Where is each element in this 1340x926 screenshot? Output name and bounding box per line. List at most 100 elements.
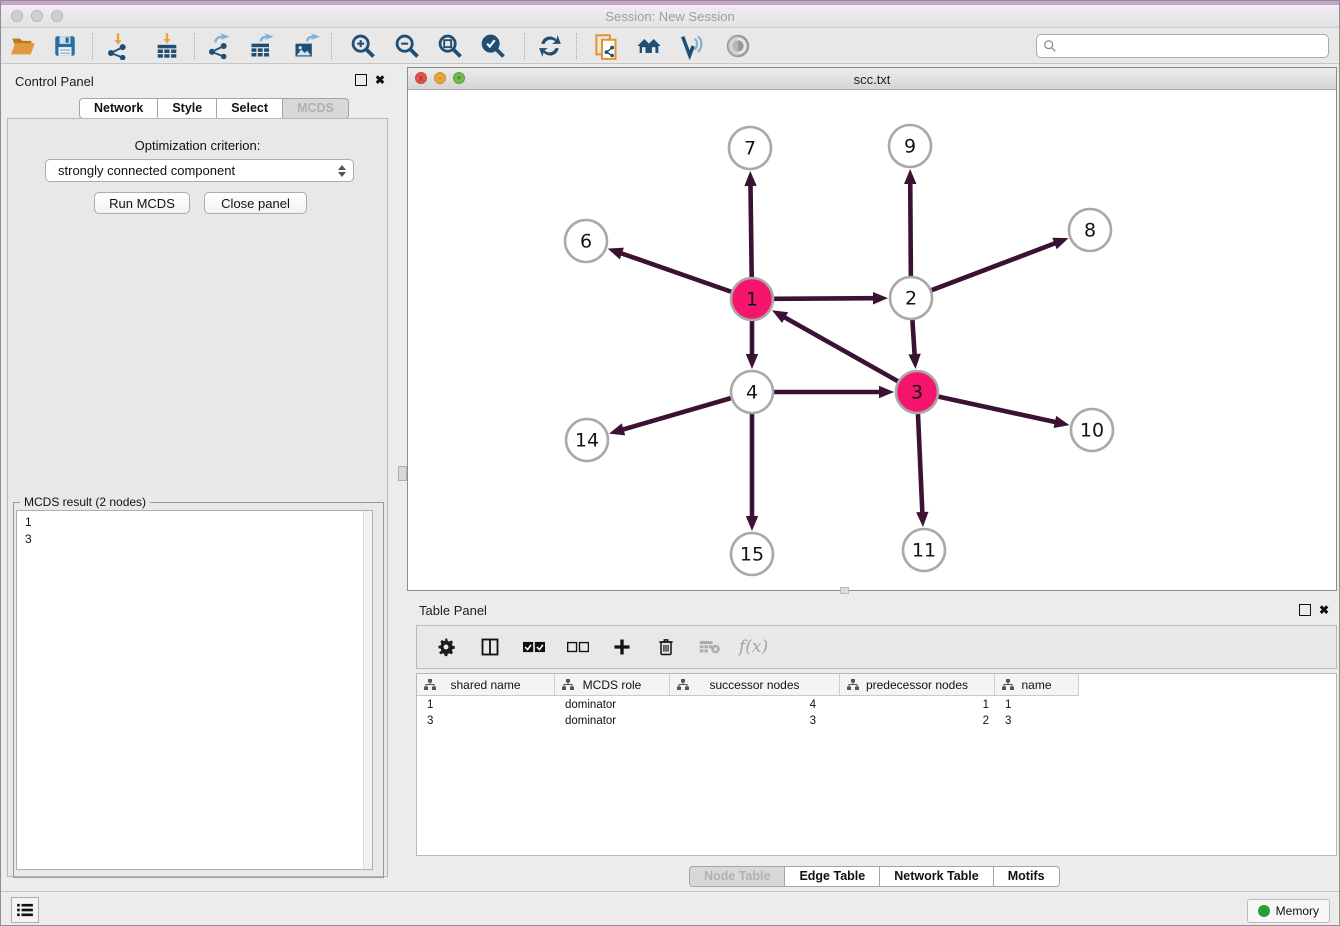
table-cell[interactable]: 3 <box>670 713 840 729</box>
delete-table-icon <box>699 639 721 655</box>
table-cell[interactable]: 2 <box>840 713 995 729</box>
table-row[interactable]: 1dominator411 <box>417 697 1336 713</box>
tab-node-table[interactable]: Node Table <box>689 866 785 887</box>
graph-edge-4-14[interactable] <box>622 398 731 430</box>
column-header-predecessor-nodes[interactable]: predecessor nodes <box>840 674 995 696</box>
homes-icon <box>635 32 663 60</box>
table-cell[interactable]: 1 <box>995 697 1079 713</box>
result-scrollbar[interactable] <box>363 511 372 869</box>
graph-edge-2-9[interactable] <box>910 182 911 276</box>
import-table-button[interactable] <box>150 30 184 62</box>
table-header-row: shared name MCDS role successor nodesprede… <box>417 674 1079 696</box>
vizmapper-button[interactable] <box>675 30 709 62</box>
tab-motifs[interactable]: Motifs <box>994 866 1060 887</box>
create-column-button[interactable] <box>607 630 637 664</box>
search-input[interactable] <box>1057 36 1328 56</box>
show-column-panel-button[interactable] <box>475 630 505 664</box>
clone-network-button[interactable] <box>589 30 623 62</box>
delete-table-button[interactable] <box>695 630 725 664</box>
zoom-selected-button[interactable] <box>476 30 510 62</box>
tab-mcds[interactable]: MCDS <box>283 98 349 119</box>
float-panel-icon[interactable] <box>355 74 367 86</box>
zoom-in-button[interactable] <box>346 30 380 62</box>
vertical-split-grip[interactable] <box>398 466 407 481</box>
export-network-button[interactable] <box>202 30 236 62</box>
table-panel: Table Panel ✖ <box>407 596 1340 891</box>
open-session-button[interactable] <box>6 30 40 62</box>
memory-button[interactable]: Memory <box>1247 899 1330 923</box>
column-header-name[interactable]: name <box>995 674 1079 696</box>
gear-icon <box>436 637 456 657</box>
import-network-button[interactable] <box>101 30 135 62</box>
refresh-icon <box>537 33 563 59</box>
column-header-shared-name[interactable]: shared name <box>417 674 555 696</box>
table-row[interactable]: 3dominator323 <box>417 713 1336 729</box>
export-table-icon <box>248 32 276 60</box>
tab-edge-table[interactable]: Edge Table <box>785 866 880 887</box>
tab-network-table[interactable]: Network Table <box>880 866 994 887</box>
run-mcds-button[interactable]: Run MCDS <box>94 192 190 214</box>
checked-boxes-icon <box>523 640 545 654</box>
import-table-icon <box>153 32 181 60</box>
graph-node-label: 11 <box>912 540 936 562</box>
export-image-button[interactable] <box>289 30 323 62</box>
show-all-networks-button[interactable] <box>632 30 666 62</box>
graph-edge-3-11[interactable] <box>918 414 922 514</box>
graph-edge-2-8[interactable] <box>932 243 1057 290</box>
graph-node-label: 1 <box>746 289 758 311</box>
toolbar-separator <box>331 33 332 59</box>
table-cell[interactable]: 3 <box>417 713 555 729</box>
table-settings-button[interactable] <box>431 630 461 664</box>
mcds-result-list[interactable]: 13 <box>16 510 373 870</box>
graph-edge-2-3[interactable] <box>912 320 914 356</box>
network-graph[interactable]: 1234678910111415 <box>408 90 1336 590</box>
graph-edge-3-10[interactable] <box>938 397 1056 423</box>
horizontal-split-grip[interactable] <box>840 587 849 594</box>
graph-edge-arrowhead <box>873 292 888 304</box>
column-header-successor-nodes[interactable]: successor nodes <box>670 674 840 696</box>
tab-network[interactable]: Network <box>79 98 158 119</box>
zoom-out-button[interactable] <box>390 30 424 62</box>
table-cell[interactable]: 1 <box>417 697 555 713</box>
column-header-label: MCDS role <box>583 678 642 692</box>
table-cell[interactable]: dominator <box>555 697 670 713</box>
mcds-result-lines: 13 <box>17 511 372 548</box>
column-type-icon <box>562 679 574 691</box>
export-table-button[interactable] <box>245 30 279 62</box>
table-cell[interactable]: 4 <box>670 697 840 713</box>
close-panel-icon[interactable]: ✖ <box>374 74 386 86</box>
graph-edge-3-1[interactable] <box>783 317 897 382</box>
deselect-all-button[interactable] <box>563 630 593 664</box>
function-builder-button[interactable]: f(x) <box>739 637 768 657</box>
graph-edge-1-6[interactable] <box>620 253 731 292</box>
select-all-button[interactable] <box>519 630 549 664</box>
task-history-button[interactable] <box>11 897 39 923</box>
table-cell[interactable]: 3 <box>995 713 1079 729</box>
column-header-MCDS-role[interactable]: MCDS role <box>555 674 670 696</box>
tab-select[interactable]: Select <box>217 98 283 119</box>
zoom-fit-button[interactable] <box>433 30 467 62</box>
optimization-criterion-select[interactable]: strongly connected component <box>45 159 354 182</box>
table-close-icon[interactable]: ✖ <box>1318 604 1330 616</box>
delete-column-button[interactable] <box>651 630 681 664</box>
close-panel-button[interactable]: Close panel <box>204 192 307 214</box>
table-float-icon[interactable] <box>1299 604 1311 616</box>
graph-edge-1-2[interactable] <box>774 298 875 299</box>
column-type-icon <box>1002 679 1014 691</box>
graph-node-label: 10 <box>1080 420 1104 442</box>
network-titlebar[interactable]: x - + scc.txt <box>408 68 1336 90</box>
tab-style[interactable]: Style <box>158 98 217 119</box>
clone-network-icon <box>593 33 620 60</box>
table-cell[interactable]: 1 <box>840 697 995 713</box>
unchecked-boxes-icon <box>567 640 589 654</box>
refresh-layout-button[interactable] <box>533 30 567 62</box>
graphics-details-button[interactable] <box>721 30 755 62</box>
application-window: Session: New Session <box>0 0 1340 926</box>
toolbar-separator <box>92 33 93 59</box>
search-field[interactable] <box>1036 34 1329 58</box>
graph-node-label: 6 <box>580 231 592 253</box>
graph-node-label: 3 <box>911 382 923 404</box>
table-cell[interactable]: dominator <box>555 713 670 729</box>
graph-edge-1-7[interactable] <box>750 184 751 277</box>
save-session-button[interactable] <box>48 30 82 62</box>
